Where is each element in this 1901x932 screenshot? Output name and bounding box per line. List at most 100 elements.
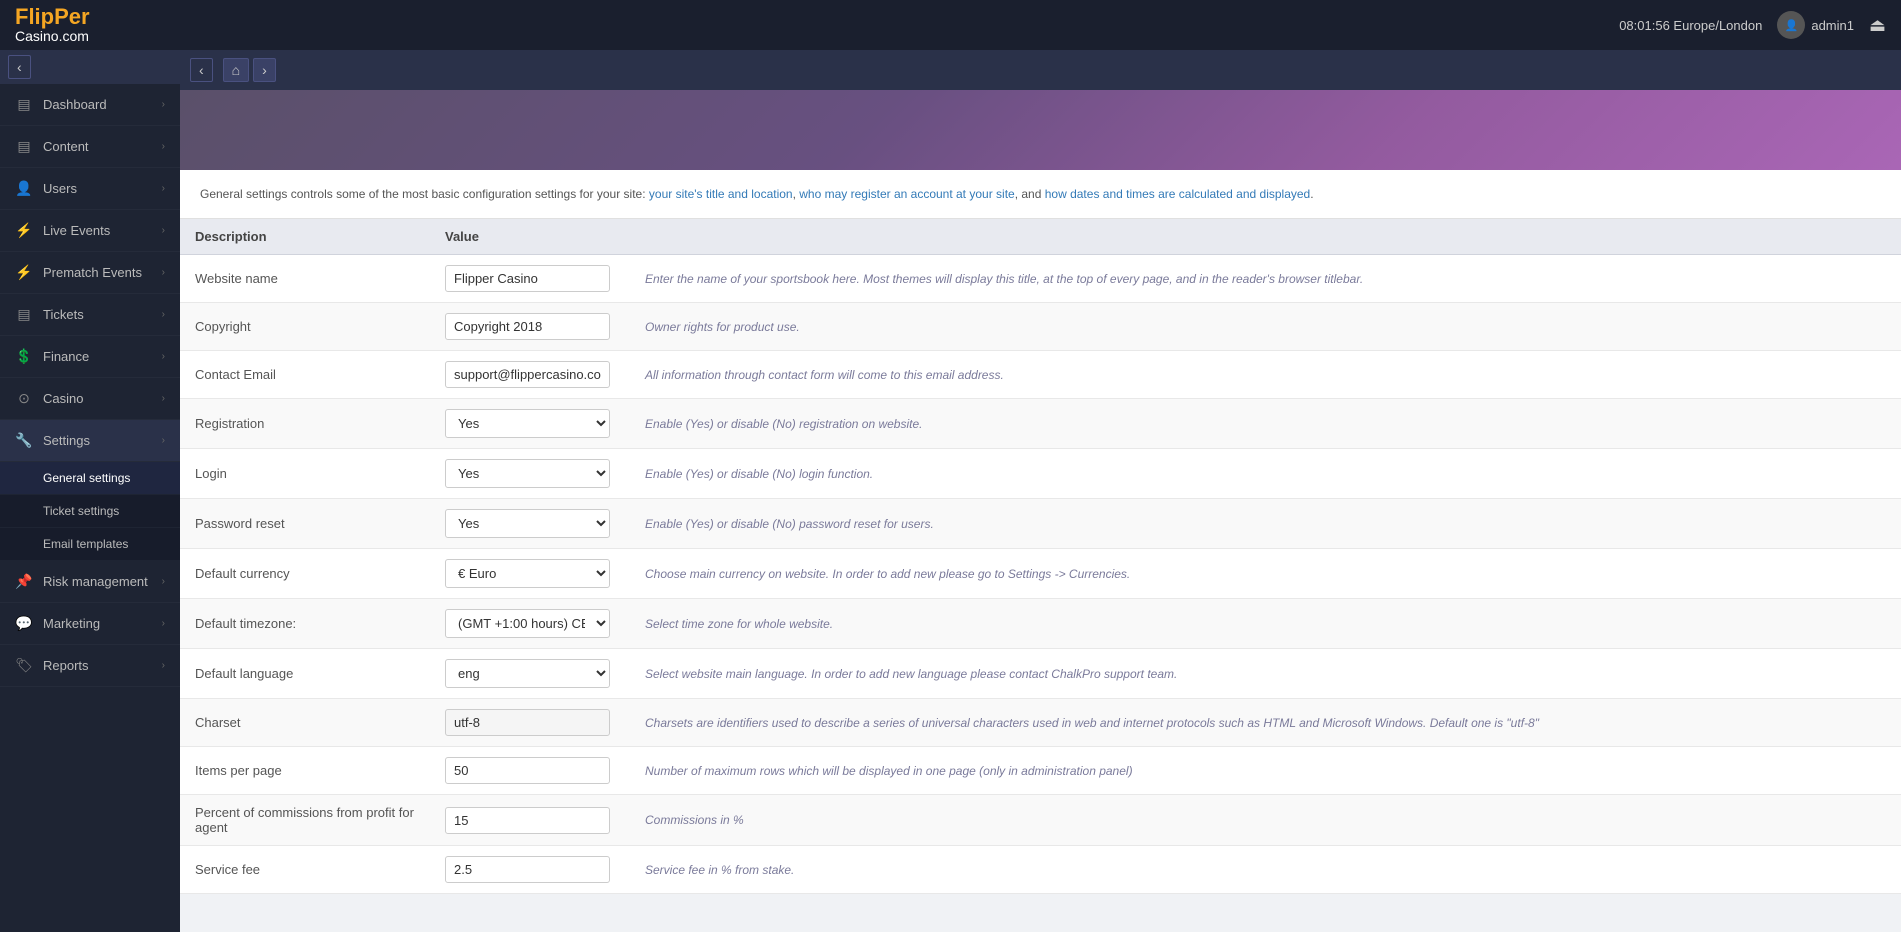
input-10[interactable]: [445, 757, 610, 784]
table-row: Items per pageNumber of maximum rows whi…: [180, 747, 1901, 795]
select-3[interactable]: YesNo: [445, 409, 610, 438]
table-row: Contact EmailAll information through con…: [180, 351, 1901, 399]
table-row: Default languageengdefrSelect website ma…: [180, 649, 1901, 699]
row-description-8: Default language: [180, 649, 430, 699]
logo: FlipPer Casino.com: [15, 6, 90, 44]
row-description-1: Copyright: [180, 303, 430, 351]
tickets-icon: ▤: [15, 306, 33, 323]
row-value-6[interactable]: € Euro$ USD£ GBP: [430, 549, 630, 599]
breadcrumb-collapse-btn[interactable]: ‹: [190, 58, 213, 82]
content-arrow: ›: [162, 141, 165, 152]
select-5[interactable]: YesNo: [445, 509, 610, 538]
row-value-1[interactable]: [430, 303, 630, 351]
row-value-8[interactable]: engdefr: [430, 649, 630, 699]
header-user: 👤 admin1: [1777, 11, 1854, 39]
row-value-3[interactable]: YesNo: [430, 399, 630, 449]
table-row: Copyright Owner rights for product use.: [180, 303, 1901, 351]
input-11[interactable]: [445, 807, 610, 834]
settings-table: Description Value Website nameEnter the …: [180, 219, 1901, 894]
sidebar-item-content[interactable]: ▤ Content ›: [0, 126, 180, 168]
row-hint-6: Choose main currency on website. In orde…: [630, 549, 1901, 599]
sidebar-item-marketing[interactable]: 💬 Marketing ›: [0, 603, 180, 645]
input-1[interactable]: [445, 313, 610, 340]
row-hint-1: Owner rights for product use.: [630, 303, 1901, 351]
input-12[interactable]: [445, 856, 610, 883]
row-hint-5: Enable (Yes) or disable (No) password re…: [630, 499, 1901, 549]
marketing-arrow: ›: [162, 618, 165, 629]
row-description-5: Password reset: [180, 499, 430, 549]
banner-area: [180, 90, 1901, 170]
sidebar-label-tickets: Tickets: [43, 307, 84, 322]
sidebar-item-prematch[interactable]: ⚡ Prematch Events ›: [0, 252, 180, 294]
select-4[interactable]: YesNo: [445, 459, 610, 488]
sidebar-item-casino[interactable]: ⊙ Casino ›: [0, 378, 180, 420]
table-row: Service feeService fee in % from stake.: [180, 846, 1901, 894]
row-hint-10: Number of maximum rows which will be dis…: [630, 747, 1901, 795]
prematch-icon: ⚡: [15, 264, 33, 281]
sidebar-item-reports[interactable]: 🏷 Reports ›: [0, 645, 180, 687]
row-description-0: Website name: [180, 255, 430, 303]
sidebar-item-finance[interactable]: 💲 Finance ›: [0, 336, 180, 378]
sidebar-item-risk-management[interactable]: 📌 Risk management ›: [0, 561, 180, 603]
ticket-settings-label: Ticket settings: [43, 504, 119, 518]
live-events-icon: ⚡: [15, 222, 33, 239]
input-2[interactable]: [445, 361, 610, 388]
row-hint-7: Select time zone for whole website.: [630, 599, 1901, 649]
dashboard-arrow: ›: [162, 99, 165, 110]
casino-arrow: ›: [162, 393, 165, 404]
row-value-2[interactable]: [430, 351, 630, 399]
general-settings-label: General settings: [43, 471, 130, 485]
breadcrumb-home-btn[interactable]: ⌂: [223, 58, 249, 82]
input-9[interactable]: [445, 709, 610, 736]
content-area: General settings controls some of the mo…: [180, 170, 1901, 894]
table-row: Default currency€ Euro$ USD£ GBPChoose m…: [180, 549, 1901, 599]
intro-link-dates[interactable]: how dates and times are calculated and d…: [1045, 187, 1311, 201]
select-8[interactable]: engdefr: [445, 659, 610, 688]
row-description-4: Login: [180, 449, 430, 499]
intro-link-title[interactable]: your site's title and location: [649, 187, 793, 201]
header-time: 08:01:56 Europe/London: [1619, 18, 1762, 33]
sidebar-subitem-ticket-settings[interactable]: Ticket settings: [0, 495, 180, 528]
logout-icon[interactable]: ⏏: [1869, 15, 1886, 36]
sidebar-item-settings[interactable]: 🔧 Settings ›: [0, 420, 180, 462]
row-description-11: Percent of commissions from profit for a…: [180, 795, 430, 846]
sidebar-subitem-general-settings[interactable]: General settings: [0, 462, 180, 495]
table-row: Default timezone: (GMT +1:00 hours) CET(C…: [180, 599, 1901, 649]
input-0[interactable]: [445, 265, 610, 292]
table-row: Percent of commissions from profit for a…: [180, 795, 1901, 846]
row-value-9[interactable]: [430, 699, 630, 747]
sidebar-label-content: Content: [43, 139, 89, 154]
row-value-0[interactable]: [430, 255, 630, 303]
sidebar-label-risk: Risk management: [43, 574, 148, 589]
row-value-4[interactable]: YesNo: [430, 449, 630, 499]
breadcrumb-forward-btn[interactable]: ›: [253, 58, 276, 82]
header: FlipPer Casino.com 08:01:56 Europe/Londo…: [0, 0, 1901, 50]
select-6[interactable]: € Euro$ USD£ GBP: [445, 559, 610, 588]
reports-arrow: ›: [162, 660, 165, 671]
live-events-arrow: ›: [162, 225, 165, 236]
sidebar-item-dashboard[interactable]: ▤ Dashboard ›: [0, 84, 180, 126]
dashboard-icon: ▤: [15, 96, 33, 113]
sidebar-item-users[interactable]: 👤 Users ›: [0, 168, 180, 210]
select-7[interactable]: (GMT +1:00 hours) CET(Cent: [445, 609, 610, 638]
row-description-7: Default timezone:: [180, 599, 430, 649]
sidebar-subitem-email-templates[interactable]: Email templates: [0, 528, 180, 561]
sidebar-item-tickets[interactable]: ▤ Tickets ›: [0, 294, 180, 336]
sidebar-collapse-btn[interactable]: ‹: [8, 55, 31, 79]
row-value-7[interactable]: (GMT +1:00 hours) CET(Cent: [430, 599, 630, 649]
row-description-9: Charset: [180, 699, 430, 747]
row-hint-3: Enable (Yes) or disable (No) registratio…: [630, 399, 1901, 449]
row-value-11[interactable]: [430, 795, 630, 846]
reports-icon: 🏷: [15, 657, 33, 674]
intro-link-register[interactable]: who may register an account at your site: [799, 187, 1014, 201]
content-icon: ▤: [15, 138, 33, 155]
row-value-10[interactable]: [430, 747, 630, 795]
row-hint-11: Commissions in %: [630, 795, 1901, 846]
risk-icon: 📌: [15, 573, 33, 590]
row-value-12[interactable]: [430, 846, 630, 894]
sidebar-label-marketing: Marketing: [43, 616, 100, 631]
sidebar-item-live-events[interactable]: ⚡ Live Events ›: [0, 210, 180, 252]
row-value-5[interactable]: YesNo: [430, 499, 630, 549]
sidebar-label-dashboard: Dashboard: [43, 97, 107, 112]
settings-arrow: ›: [162, 435, 165, 446]
